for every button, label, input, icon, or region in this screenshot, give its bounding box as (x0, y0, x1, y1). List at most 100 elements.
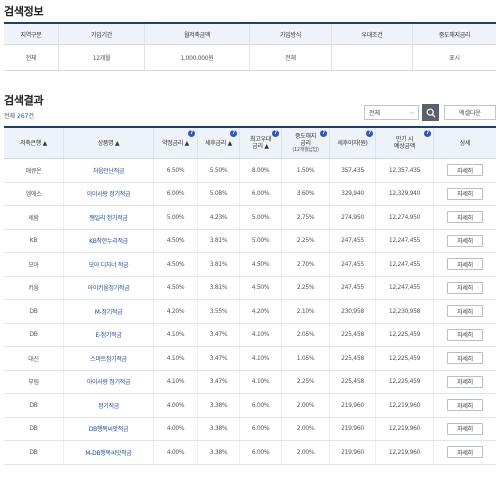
cell-after-tax-rate: 3.55% (198, 300, 240, 323)
cell-product[interactable]: E-정기적금 (64, 323, 154, 346)
table-row: DB M-DB행복씨앗적금 4.00% 3.38% 6.00% 2.00% 219,960 1… (4, 441, 496, 465)
help-icon[interactable]: ? (230, 130, 237, 137)
cell-max-rate: 6.00% (240, 441, 282, 464)
cell-product[interactable]: M-정기적금 (64, 300, 154, 323)
cell-after-tax-rate: 4.23% (198, 206, 240, 229)
sort-up-icon: ▲ (184, 139, 190, 147)
info-header-preferential: 우대조건 (332, 24, 413, 44)
col-interest-label: 세후이자(원) (337, 139, 368, 147)
col-bank[interactable]: 저축은행 ▲ (4, 128, 64, 158)
cell-early-rate: 1.50% (282, 159, 330, 182)
cell-product[interactable]: KB착한누리적금 (64, 229, 154, 252)
detail-button[interactable]: 자세히 (447, 211, 483, 224)
detail-button[interactable]: 자세히 (447, 399, 483, 412)
cell-after-tax-rate: 3.47% (198, 323, 240, 346)
col-base-rate[interactable]: 약정금리 ▲? (154, 128, 198, 158)
cell-bank: 대신 (4, 347, 64, 370)
table-row: DB E-정기적금 4.10% 3.47% 4.10% 2.05% 225,458 12,22… (4, 323, 496, 347)
result-count: 전체 267건 (4, 111, 34, 120)
cell-maturity: 12,329,940 (376, 182, 434, 205)
detail-button[interactable]: 자세히 (447, 352, 483, 365)
cell-detail: 자세히 (434, 324, 496, 347)
cell-maturity: 12,274,950 (376, 206, 434, 229)
cell-product[interactable]: 쨍일리 정기적금 (64, 206, 154, 229)
cell-maturity: 12,225,459 (376, 370, 434, 393)
cell-interest: 225,458 (330, 370, 376, 393)
detail-button[interactable]: 자세히 (447, 375, 483, 388)
cell-max-rate: 8.00% (240, 159, 282, 182)
cell-max-rate: 4.50% (240, 253, 282, 276)
cell-interest: 247,455 (330, 276, 376, 299)
cell-base-rate: 4.50% (154, 253, 198, 276)
help-icon[interactable]: ? (424, 130, 431, 137)
excel-download-button[interactable]: 엑셀다운 (444, 105, 496, 120)
table-row: 키움 아이키움정기적금 4.50% 3.81% 4.50% 2.25% 247,455 12,… (4, 276, 496, 300)
table-row: DB M-정기적금 4.20% 3.55% 4.20% 2.10% 230,958 12,23… (4, 300, 496, 324)
detail-button[interactable]: 자세히 (447, 187, 483, 200)
cell-max-rate: 5.00% (240, 206, 282, 229)
cell-bank: 세람 (4, 206, 64, 229)
detail-button[interactable]: 자세히 (447, 164, 483, 177)
cell-product[interactable]: 스마트정기적금 (64, 347, 154, 370)
detail-button[interactable]: 자세히 (447, 234, 483, 247)
detail-button[interactable]: 자세히 (447, 446, 483, 459)
help-icon[interactable]: ? (366, 130, 373, 137)
cell-product[interactable]: 처음만난적금 (64, 159, 154, 182)
table-row: DB DB행복씨앗적금 4.00% 3.38% 6.00% 2.00% 219,960 12,… (4, 417, 496, 441)
table-row: KB KB착한누리적금 4.50% 3.81% 5.00% 2.25% 247,455 12,… (4, 229, 496, 253)
cell-detail: 자세히 (434, 230, 496, 253)
col-after-tax-rate[interactable]: 세후금리 ▲? (198, 128, 240, 158)
help-icon[interactable]: ? (272, 130, 279, 137)
col-maturity-line1: 만기 시 (395, 136, 414, 143)
cell-maturity: 12,230,958 (376, 300, 434, 323)
cell-product[interactable]: DB행복씨앗적금 (64, 417, 154, 440)
cell-product[interactable]: 정기적금 (64, 394, 154, 417)
cell-interest: 247,455 (330, 229, 376, 252)
cell-base-rate: 4.10% (154, 347, 198, 370)
cell-maturity: 12,247,455 (376, 253, 434, 276)
region-filter-value: 전체 (369, 110, 381, 117)
result-count-prefix: 전체 (4, 113, 17, 120)
info-header-period: 가입기간 (59, 24, 145, 44)
cell-after-tax-rate: 3.38% (198, 394, 240, 417)
col-early-rate[interactable]: 중도해지 금리 (12개월납입)? (282, 128, 330, 158)
cell-after-tax-rate: 5.08% (198, 182, 240, 205)
cell-product[interactable]: 아이사랑 정기적금 (64, 182, 154, 205)
col-product[interactable]: 상품명 ▲ (64, 128, 154, 158)
cell-product[interactable]: 모아 디자너 적금 (64, 253, 154, 276)
cell-base-rate: 4.50% (154, 229, 198, 252)
help-icon[interactable]: ? (188, 130, 195, 137)
cell-after-tax-rate: 3.81% (198, 229, 240, 252)
detail-button[interactable]: 자세히 (447, 305, 483, 318)
detail-button[interactable]: 자세히 (447, 422, 483, 435)
cell-detail: 자세히 (434, 206, 496, 229)
cell-base-rate: 4.00% (154, 417, 198, 440)
cell-product[interactable]: 아이사랑 정기적금 (64, 370, 154, 393)
cell-maturity: 12,225,459 (376, 323, 434, 346)
cell-base-rate: 5.00% (154, 206, 198, 229)
table-row: 엠에스 아이사랑 정기적금 6.00% 5.08% 6.00% 3.60% 329,940 1… (4, 182, 496, 206)
cell-bank: 부림 (4, 370, 64, 393)
cell-bank: DB (4, 441, 64, 464)
cell-detail: 자세히 (434, 347, 496, 370)
help-icon[interactable]: ? (320, 130, 327, 137)
cell-product[interactable]: 아이키움정기적금 (64, 276, 154, 299)
region-filter-select[interactable]: 전체 ⌵ (364, 105, 419, 120)
col-early-line2: 금리 (300, 139, 311, 147)
search-button[interactable] (422, 104, 439, 121)
cell-after-tax-rate: 3.38% (198, 441, 240, 464)
cell-product[interactable]: M-DB행복씨앗적금 (64, 441, 154, 464)
col-max-rate[interactable]: 최고우대 금리 ▲? (240, 128, 282, 158)
cell-maturity: 12,357,435 (376, 159, 434, 182)
cell-bank: DB (4, 300, 64, 323)
detail-button[interactable]: 자세히 (447, 281, 483, 294)
cell-bank: DB (4, 394, 64, 417)
cell-after-tax-rate: 3.38% (198, 417, 240, 440)
info-header-early-rate: 중도해지금리 (438, 31, 471, 39)
detail-button[interactable]: 자세히 (447, 328, 483, 341)
cell-max-rate: 4.10% (240, 347, 282, 370)
cell-detail: 자세히 (434, 441, 496, 464)
cell-base-rate: 4.50% (154, 276, 198, 299)
cell-early-rate: 2.00% (282, 417, 330, 440)
detail-button[interactable]: 자세히 (447, 258, 483, 271)
